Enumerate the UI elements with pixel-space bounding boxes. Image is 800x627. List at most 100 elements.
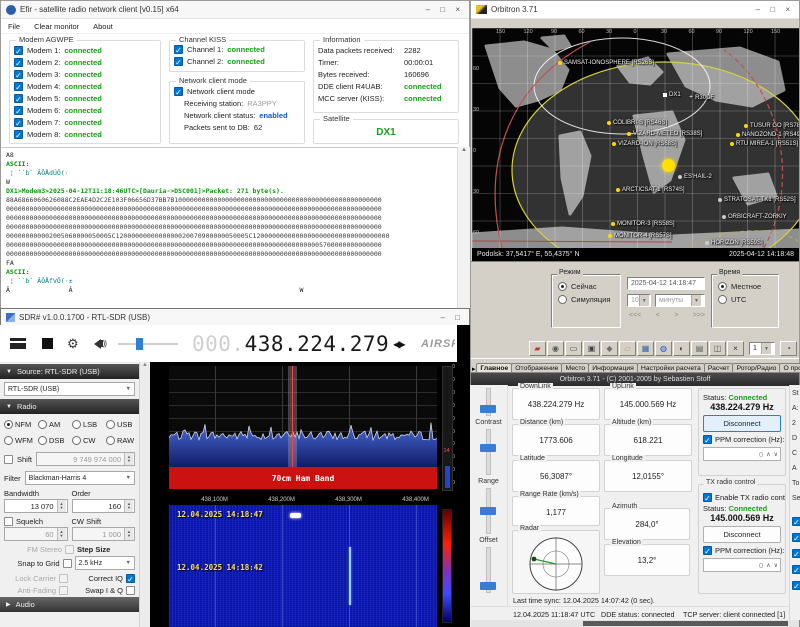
- channel-row-checkbox[interactable]: ✓: [174, 57, 183, 66]
- modem-row-checkbox[interactable]: ✓: [14, 94, 23, 103]
- modem-row-checkbox[interactable]: ✓: [14, 70, 23, 79]
- tx-ppm-checkbox[interactable]: ✓: [703, 546, 712, 555]
- gear-icon[interactable]: ⚙: [67, 336, 79, 352]
- spectrum-display[interactable]: 0-10-20-30-40-50-60-70-80-90 70cm Ham Ba…: [150, 362, 457, 505]
- radio-panel-header[interactable]: ▼Radio: [0, 399, 139, 414]
- range-slider[interactable]: [486, 488, 491, 534]
- satellite-marker[interactable]: HORIZON [RS59S]: [705, 240, 763, 246]
- mode-raw[interactable]: RAW: [106, 436, 137, 445]
- modem-row-checkbox[interactable]: ✓: [14, 106, 23, 115]
- filter-select[interactable]: Blackman-Harris 4▼: [25, 471, 135, 485]
- terminal-scrollbar[interactable]: ▲: [457, 147, 470, 308]
- mode-dsb[interactable]: DSB: [38, 436, 69, 445]
- mode-lsb[interactable]: LSB: [72, 420, 103, 429]
- side-panel-scrollbar[interactable]: ▲: [140, 362, 150, 627]
- satellite-marker[interactable]: VIZARD-METEO [RS38S]: [627, 131, 702, 137]
- nav-forward[interactable]: >: [674, 312, 678, 319]
- close-icon[interactable]: ×: [727, 341, 744, 356]
- save-icon[interactable]: ▦: [637, 341, 654, 356]
- mode-wfm[interactable]: WFM: [4, 436, 35, 445]
- setup-wizard-icon[interactable]: ◆: [601, 341, 618, 356]
- modem-row-checkbox[interactable]: ✓: [14, 118, 23, 127]
- satellite-marker[interactable]: ORBICRAFT-ZORKIY: [722, 214, 787, 220]
- clipped-checkbox[interactable]: ✓: [792, 549, 800, 558]
- tx-enable-checkbox[interactable]: ✓: [703, 493, 712, 502]
- swap-iq-checkbox[interactable]: [126, 586, 135, 595]
- frequency-display[interactable]: 000.438.224.279 ◀▶: [192, 332, 404, 356]
- satellite-marker[interactable]: DX1: [663, 92, 681, 98]
- modem-row-checkbox[interactable]: ✓: [14, 58, 23, 67]
- order-value[interactable]: 160▲▼: [72, 499, 136, 513]
- mode-cw[interactable]: CW: [72, 436, 103, 445]
- satellite-marker[interactable]: SAMSAT-IONOSPHERE [RS26S]: [558, 60, 654, 66]
- rx-disconnect-button[interactable]: Disconnect: [703, 415, 781, 432]
- satellite-world-map[interactable]: 1501209060300306090120150603003060 SAMSA…: [472, 28, 799, 248]
- zoom-slider[interactable]: [486, 388, 491, 416]
- speaker-icon[interactable]: )): [89, 339, 106, 349]
- clipped-checkbox[interactable]: ✓: [792, 565, 800, 574]
- step-unit-select[interactable]: минуты▼: [655, 294, 705, 307]
- satellite-marker[interactable]: VIZARD-ION [RS68S]: [612, 141, 677, 147]
- nav-back[interactable]: <: [656, 312, 660, 319]
- stop-button[interactable]: [42, 338, 53, 349]
- rx-ppm-spinner[interactable]: 0∧∨: [703, 447, 781, 461]
- mode-nfm[interactable]: NFM: [4, 420, 35, 429]
- info-icon[interactable]: ◍: [655, 341, 672, 356]
- channel-row-checkbox[interactable]: ✓: [174, 45, 183, 54]
- satellite-marker[interactable]: COLIBRI-S [RS46S]: [607, 120, 667, 126]
- contrast-slider[interactable]: [486, 429, 491, 475]
- satellite-marker[interactable]: RTU MIREA-1 [RS51S]: [730, 141, 798, 147]
- satellite-marker[interactable]: STRATOSAT-TK1 [RS52S]: [718, 197, 796, 203]
- snap-to-grid-checkbox[interactable]: [63, 559, 72, 568]
- audio-panel-header[interactable]: ▶Audio: [0, 597, 139, 612]
- clipped-checkbox[interactable]: ✓: [792, 581, 800, 590]
- help-book-icon[interactable]: ▰: [529, 341, 546, 356]
- menu-file[interactable]: File: [1, 20, 27, 33]
- mode-am[interactable]: AM: [38, 420, 69, 429]
- time-local-radio[interactable]: [718, 282, 727, 291]
- satellite-marker[interactable]: ARCTICSAT-1 [RS74S]: [616, 187, 685, 193]
- satellite-marker[interactable]: +R30DF: [689, 95, 714, 101]
- volume-slider[interactable]: [118, 343, 178, 345]
- nav-fast-back[interactable]: <<<: [629, 312, 641, 319]
- maximize-map-icon[interactable]: ▣: [583, 341, 600, 356]
- step-value-select[interactable]: 10▼: [627, 294, 651, 307]
- nav-fast-forward[interactable]: >>>: [693, 312, 705, 319]
- menu-about[interactable]: About: [86, 20, 120, 33]
- satellite-marker[interactable]: [662, 159, 675, 172]
- frequency-step-arrows[interactable]: ◀▶: [393, 337, 403, 351]
- squelch-checkbox[interactable]: [4, 517, 13, 526]
- tx-disconnect-button[interactable]: Disconnect: [703, 526, 781, 543]
- satellite-marker[interactable]: NANOZOND-1 [RS49S]: [736, 132, 799, 138]
- contrast-slider-handle[interactable]: [480, 444, 496, 452]
- range-slider-handle[interactable]: [480, 507, 496, 515]
- shift-checkbox[interactable]: [4, 455, 13, 464]
- modem-row-checkbox[interactable]: ✓: [14, 82, 23, 91]
- map-zoom-select[interactable]: 1▼: [749, 342, 775, 355]
- mode-usb[interactable]: USB: [106, 420, 137, 429]
- night-mode-icon[interactable]: ◐: [673, 341, 690, 356]
- tx-ppm-spinner[interactable]: 0∧∨: [703, 558, 781, 572]
- source-select[interactable]: RTL-SDR (USB)▼: [4, 382, 135, 396]
- time-utc-radio[interactable]: [718, 295, 727, 304]
- frequency-value[interactable]: 438.224.279: [245, 332, 390, 356]
- modem-row-checkbox[interactable]: ✓: [14, 130, 23, 139]
- clipped-checkbox[interactable]: ✓: [792, 517, 800, 526]
- table-icon[interactable]: ▤: [691, 341, 708, 356]
- network-client-mode-checkbox[interactable]: ✓: [174, 87, 183, 96]
- satellite-marker[interactable]: MONITOR-3 [RS58S]: [611, 221, 675, 227]
- menu-clear-monitor[interactable]: Clear monitor: [27, 20, 86, 33]
- satellite-marker[interactable]: MONITOR-4 [RS57S]: [608, 233, 672, 239]
- rx-ppm-checkbox[interactable]: ✓: [703, 435, 712, 444]
- mode-simulation-radio[interactable]: [558, 295, 567, 304]
- tuning-line[interactable]: [292, 366, 293, 467]
- efir-window-buttons[interactable]: – □ ×: [426, 5, 464, 14]
- satellite-marker[interactable]: TUSUR GO [RS78S]: [744, 123, 799, 129]
- source-panel-header[interactable]: ▼Source: RTL-SDR (USB): [0, 364, 139, 379]
- squelch-value[interactable]: 60▲▼: [4, 527, 68, 541]
- camera-icon[interactable]: ◉: [547, 341, 564, 356]
- open-icon[interactable]: ▱: [619, 341, 636, 356]
- modem-row-checkbox[interactable]: ✓: [14, 46, 23, 55]
- mode-now-radio[interactable]: [558, 282, 567, 291]
- offset-slider-handle[interactable]: [480, 582, 496, 590]
